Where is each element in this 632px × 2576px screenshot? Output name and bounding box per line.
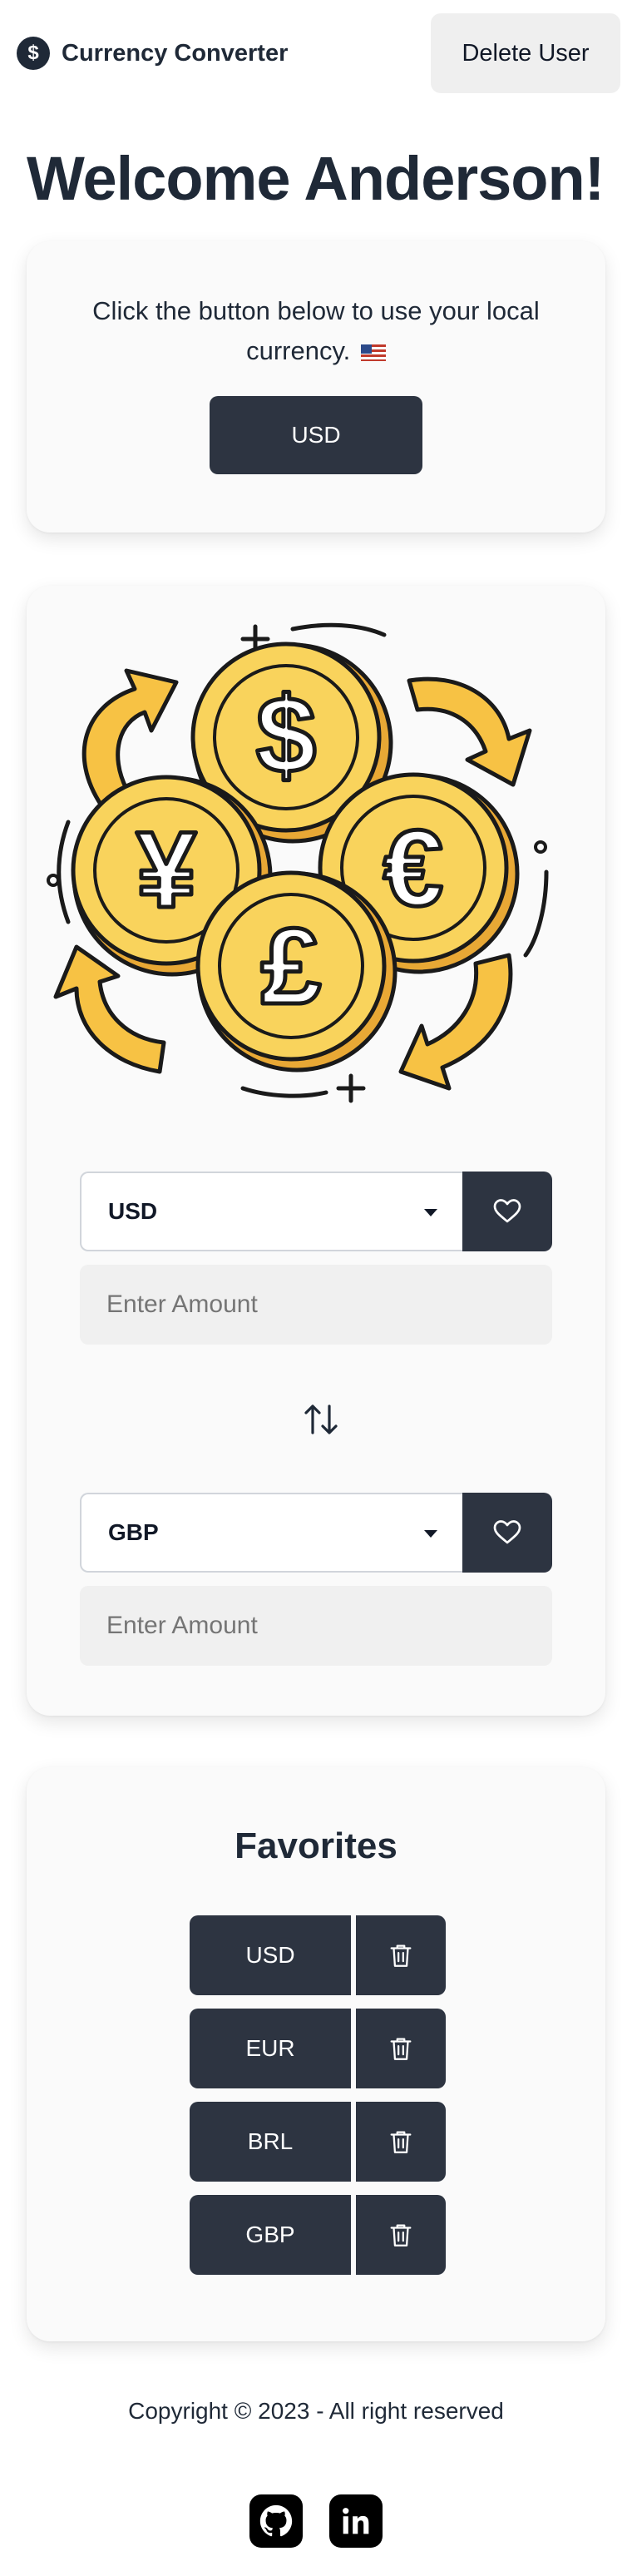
favorites-title: Favorites — [235, 1825, 397, 1866]
github-icon — [259, 2504, 293, 2537]
favorite-to-button[interactable] — [462, 1493, 552, 1573]
svg-text:¥: ¥ — [136, 809, 196, 930]
from-currency-value: USD — [108, 1198, 158, 1224]
brand[interactable]: $ Currency Converter — [17, 37, 288, 70]
local-currency-text: Click the button below to use your local… — [77, 291, 555, 371]
to-amount-input[interactable] — [80, 1586, 552, 1666]
delete-user-button[interactable]: Delete User — [431, 13, 620, 93]
page-title: Welcome Anderson! — [27, 144, 605, 213]
header: $ Currency Converter Delete User — [0, 0, 632, 107]
copyright-text: Copyright © 2023 - All right reserved — [128, 2398, 504, 2424]
remove-favorite-button[interactable] — [356, 1915, 446, 1995]
remove-favorite-button[interactable] — [356, 2009, 446, 2088]
pound-coin: £ — [195, 870, 397, 1073]
heart-icon — [493, 1520, 521, 1544]
remove-favorite-button[interactable] — [356, 2102, 446, 2182]
favorite-item: GBP — [190, 2195, 446, 2275]
favorite-currency-button[interactable]: BRL — [190, 2102, 351, 2182]
converter-card: $ ¥ € £ USD Enter Amount GBP Enter Amoun… — [27, 586, 605, 1716]
to-currency-value: GBP — [108, 1519, 159, 1545]
favorite-from-button[interactable] — [462, 1172, 552, 1251]
heart-icon — [493, 1199, 521, 1223]
favorite-item: BRL — [190, 2102, 446, 2182]
swap-vertical-icon[interactable] — [301, 1399, 341, 1439]
currency-exchange-illustration: $ ¥ € £ — [47, 622, 549, 1103]
arrow-bottom-right — [398, 953, 513, 1091]
trash-icon — [390, 2131, 412, 2153]
dollar-icon: $ — [17, 37, 50, 70]
svg-text:€: € — [383, 807, 443, 929]
favorites-card: Favorites USD EUR BRL GBP — [27, 1767, 605, 2341]
use-local-currency-button[interactable]: USD — [210, 396, 422, 474]
chevron-down-icon — [424, 1209, 437, 1216]
remove-favorite-button[interactable] — [356, 2195, 446, 2275]
local-currency-card: Click the button below to use your local… — [27, 241, 605, 533]
trash-icon — [390, 1944, 412, 1967]
from-currency-row: USD — [80, 1172, 552, 1251]
favorite-item: USD — [190, 1915, 446, 1995]
trash-icon — [390, 2038, 412, 2060]
local-currency-message: Click the button below to use your local… — [92, 296, 540, 365]
favorite-item: EUR — [190, 2009, 446, 2088]
linkedin-icon — [343, 2508, 369, 2534]
chevron-down-icon — [424, 1530, 437, 1538]
arrow-top-right — [407, 676, 532, 787]
social-links — [249, 2494, 383, 2548]
github-link[interactable] — [249, 2494, 303, 2548]
linkedin-link[interactable] — [329, 2494, 383, 2548]
brand-name: Currency Converter — [62, 39, 289, 67]
to-currency-row: GBP — [80, 1493, 552, 1573]
trash-icon — [390, 2224, 412, 2247]
us-flag-icon — [360, 344, 386, 361]
svg-text:£: £ — [261, 905, 321, 1027]
favorite-currency-button[interactable]: USD — [190, 1915, 351, 1995]
from-currency-select[interactable]: USD — [80, 1172, 462, 1251]
favorite-currency-button[interactable]: GBP — [190, 2195, 351, 2275]
favorite-currency-button[interactable]: EUR — [190, 2009, 351, 2088]
to-currency-select[interactable]: GBP — [80, 1493, 462, 1573]
from-amount-input[interactable] — [80, 1265, 552, 1345]
svg-text:$: $ — [256, 674, 316, 795]
